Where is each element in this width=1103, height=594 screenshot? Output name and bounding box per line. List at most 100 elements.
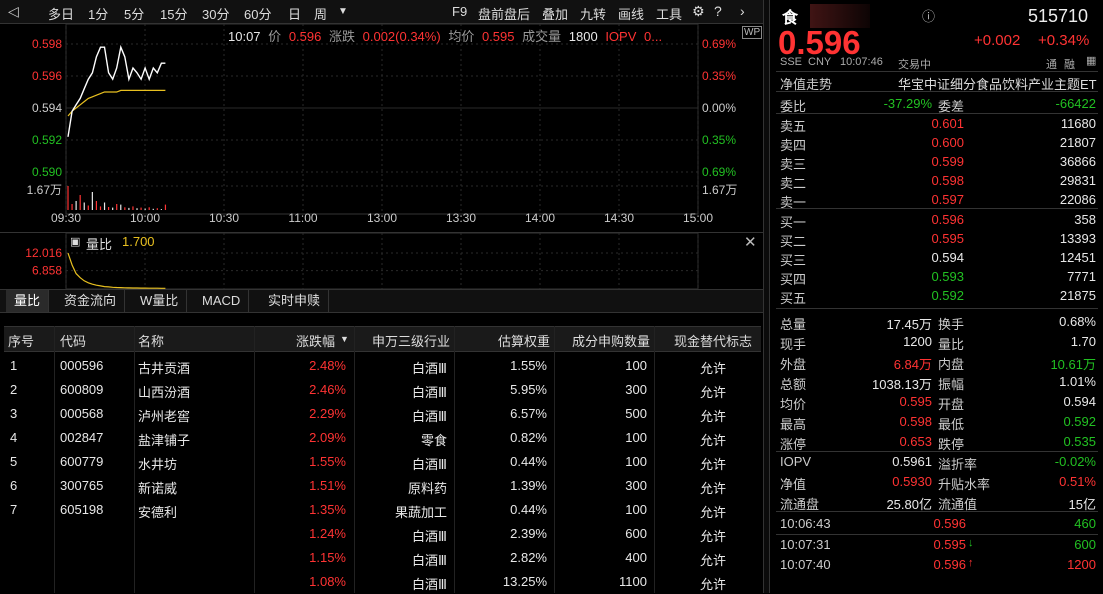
- fund-code: 515710: [1028, 6, 1089, 26]
- x-tick-label: 14:00: [525, 211, 555, 225]
- period-dropdown-icon[interactable]: ▼: [338, 6, 348, 17]
- cell-qty: 300: [625, 382, 647, 397]
- volume-ratio-chart[interactable]: 12.016 6.858 ▣ 量比 1.700 ✕: [0, 232, 763, 290]
- table-row[interactable]: 1.08% 白酒Ⅲ 13.25% 1100 允许: [4, 570, 761, 594]
- gear-icon[interactable]: ⚙: [692, 3, 705, 20]
- cell-flag: 允许: [700, 409, 727, 424]
- tools-button[interactable]: 工具: [656, 4, 682, 23]
- arrow-up-icon: ↑: [968, 557, 974, 569]
- y-right-label: 0.69%: [702, 165, 736, 179]
- volume-bar: [67, 186, 69, 210]
- stats-label: 现手: [780, 337, 807, 352]
- cell-qty: 300: [625, 478, 647, 493]
- stats-value: 0.595: [899, 394, 932, 409]
- tab-macd[interactable]: MACD: [194, 290, 250, 312]
- table-row[interactable]: 6 300765 新诺威 1.51% 原料药 1.39% 300 允许: [4, 474, 761, 498]
- tick-volume: 600: [1074, 537, 1096, 552]
- asks-level-label: 卖五: [780, 119, 807, 134]
- period-15min[interactable]: 15分: [160, 4, 187, 23]
- x-tick-label: 09:30: [51, 211, 81, 225]
- cell-flag: 允许: [700, 433, 727, 448]
- table-row[interactable]: 4 002847 盐津铺子 2.09% 零食 0.82% 100 允许: [4, 426, 761, 450]
- cell-industry: 白酒Ⅲ: [412, 361, 447, 376]
- x-tick-label: 13:30: [446, 211, 476, 225]
- info-change: 0.002(0.34%): [362, 29, 441, 44]
- y-right-label: 0.69%: [702, 37, 736, 51]
- stats2-label: 升贴水率: [938, 477, 991, 492]
- premarket-button[interactable]: 盘前盘后: [478, 4, 530, 23]
- col-industry[interactable]: 申万三级行业: [372, 331, 450, 350]
- tab-w-volume-ratio[interactable]: W量比: [132, 290, 188, 312]
- table-row[interactable]: 5 600779 水井坊 1.55% 白酒Ⅲ 0.44% 100 允许: [4, 450, 761, 474]
- table-row[interactable]: 1.24% 白酒Ⅲ 2.39% 600 允许: [4, 522, 761, 546]
- more-icon[interactable]: ▦: [1086, 54, 1096, 67]
- period-day[interactable]: 日: [288, 4, 301, 23]
- table-row[interactable]: 7 605198 安德利 1.35% 果蔬加工 0.44% 100 允许: [4, 498, 761, 522]
- stats-value: 0.68%: [1059, 314, 1096, 329]
- stats-label: 最高: [780, 417, 807, 432]
- period-week[interactable]: 周: [314, 4, 327, 23]
- col-no[interactable]: 序号: [8, 331, 34, 350]
- sub-expand-icon[interactable]: ▣: [70, 235, 80, 248]
- col-sub-qty[interactable]: 成分申购数量: [572, 331, 650, 350]
- draw-line-button[interactable]: 画线: [618, 4, 644, 23]
- sort-desc-icon[interactable]: ▼: [340, 334, 349, 344]
- table-row[interactable]: 3 000568 泸州老窖 2.29% 白酒Ⅲ 6.57% 500 允许: [4, 402, 761, 426]
- asks-level-label: 卖三: [780, 157, 807, 172]
- col-weight[interactable]: 估算权重: [498, 331, 550, 350]
- bids-level-label: 买五: [780, 291, 807, 306]
- period-30min[interactable]: 30分: [202, 4, 229, 23]
- volume-bar: [164, 204, 167, 210]
- col-change[interactable]: 涨跌幅: [296, 331, 335, 350]
- cell-name: 泸州老窖: [138, 409, 191, 424]
- panel-divider[interactable]: [763, 0, 770, 593]
- sub-y-label: 6.858: [32, 264, 62, 278]
- bids-level-label: 买三: [780, 253, 807, 268]
- tab-subscription[interactable]: 实时申赎: [260, 290, 330, 312]
- back-arrow-icon[interactable]: ◁: [8, 3, 28, 21]
- y-left-volume-label: 1.67万: [27, 183, 62, 197]
- period-5min[interactable]: 5分: [124, 4, 144, 23]
- cell-qty: 100: [625, 454, 647, 469]
- period-1min[interactable]: 1分: [88, 4, 108, 23]
- wp-badge-icon[interactable]: WP: [742, 26, 763, 39]
- cell-weight: 5.95%: [510, 382, 547, 397]
- volume-bar: [140, 207, 142, 210]
- webi-value: -37.29%: [883, 96, 932, 111]
- weicha-value: -66422: [1055, 96, 1096, 111]
- tag-connect: 通: [1046, 59, 1057, 71]
- cell-flag: 允许: [700, 361, 727, 376]
- period-60min[interactable]: 60分: [244, 4, 271, 23]
- period-multiday[interactable]: 多日: [48, 4, 74, 23]
- col-name[interactable]: 名称: [138, 331, 164, 350]
- chevron-right-icon[interactable]: ›: [740, 3, 745, 19]
- table-row[interactable]: 1 000596 古井贡酒 2.48% 白酒Ⅲ 1.55% 100 允许: [4, 354, 761, 378]
- close-icon[interactable]: ✕: [744, 233, 757, 251]
- nine-turn-button[interactable]: 九转: [580, 4, 606, 23]
- stats2-value: 0.51%: [1059, 474, 1096, 489]
- stats-value: 6.84万: [893, 357, 932, 372]
- cell-name: 山西汾酒: [138, 385, 191, 400]
- intraday-chart[interactable]: 0.598 0.69% 0.596 0.35% 0.594 0.00% 0.592 0.35%…: [0, 24, 763, 234]
- col-cash-flag[interactable]: 现金替代标志: [674, 331, 752, 350]
- left-panel: ◁ 多日 1分 5分 15分 30分 60分 日 周 ▼ F9 盘前盘后 叠加 …: [0, 0, 763, 593]
- info-circle-icon[interactable]: ⓘ: [922, 6, 935, 25]
- overlay-button[interactable]: 叠加: [542, 4, 568, 23]
- asks-level-volume: 21807: [1059, 135, 1096, 150]
- stats-label: 开盘: [938, 397, 965, 412]
- f9-button[interactable]: F9: [452, 4, 467, 19]
- cell-qty: 100: [625, 430, 647, 445]
- stats2-value: 0.5930: [892, 474, 932, 489]
- tab-fund-flow[interactable]: 资金流向: [56, 290, 126, 312]
- table-row[interactable]: 1.15% 白酒Ⅲ 2.82% 400 允许: [4, 546, 761, 570]
- cell-qty: 400: [625, 550, 647, 565]
- chart-toolbar: ◁ 多日 1分 5分 15分 30分 60分 日 周 ▼ F9 盘前盘后 叠加 …: [0, 0, 763, 24]
- volume-bar: [148, 207, 150, 210]
- col-code[interactable]: 代码: [60, 331, 86, 350]
- table-row[interactable]: 2 600809 山西汾酒 2.46% 白酒Ⅲ 5.95% 300 允许: [4, 378, 761, 402]
- help-icon[interactable]: ?: [714, 3, 722, 19]
- info-iopv-label: IOPV: [605, 29, 637, 44]
- arrow-down-icon: ↓: [968, 537, 974, 549]
- stats-label: 量比: [938, 337, 965, 352]
- tab-volume-ratio[interactable]: 量比: [6, 290, 50, 312]
